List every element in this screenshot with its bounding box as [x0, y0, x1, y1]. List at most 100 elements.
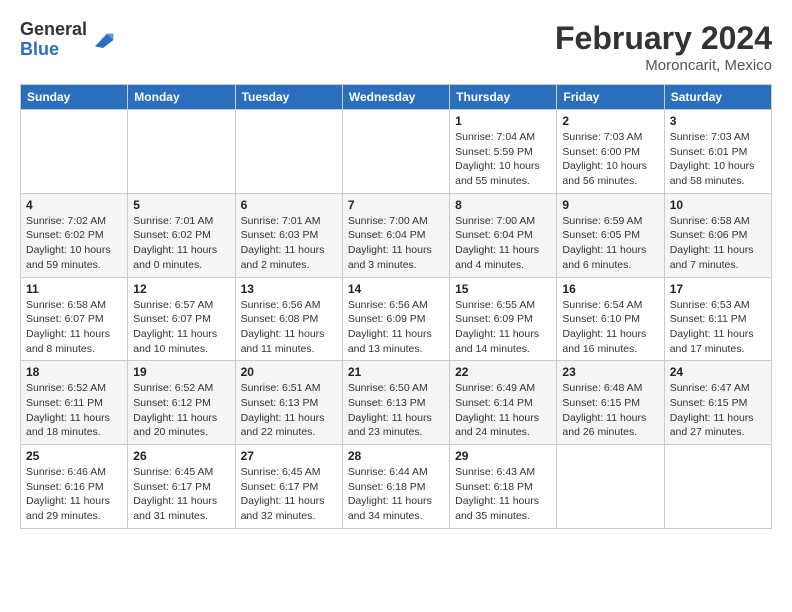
- day-cell: 15 Sunrise: 6:55 AMSunset: 6:09 PMDayligh…: [450, 277, 557, 361]
- day-cell: 21 Sunrise: 6:50 AMSunset: 6:13 PMDayligh…: [342, 361, 449, 445]
- day-cell: 8Sunrise: 7:00 AMSunset: 6:04 PMDaylight…: [450, 193, 557, 277]
- calendar-header: Sunday Monday Tuesday Wednesday Thursday…: [21, 85, 772, 110]
- day-info: Sunrise: 6:50 AMSunset: 6:13 PMDaylight:…: [348, 381, 444, 440]
- day-number: 29: [455, 449, 551, 463]
- day-info: Sunrise: 6:52 AMSunset: 6:12 PMDaylight:…: [133, 381, 229, 440]
- day-cell: 24 Sunrise: 6:47 AMSunset: 6:15 PMDayligh…: [664, 361, 771, 445]
- day-number: 7: [348, 198, 444, 212]
- col-saturday: Saturday: [664, 85, 771, 110]
- day-number: 14: [348, 282, 444, 296]
- day-cell: 10 Sunrise: 6:58 AMSunset: 6:06 PMDayligh…: [664, 193, 771, 277]
- day-info: Sunrise: 6:48 AMSunset: 6:15 PMDaylight:…: [562, 381, 658, 440]
- logo-general: General: [20, 20, 87, 40]
- day-info: Sunrise: 6:56 AMSunset: 6:08 PMDaylight:…: [241, 298, 337, 357]
- day-info: Sunrise: 6:49 AMSunset: 6:14 PMDaylight:…: [455, 381, 551, 440]
- day-cell: 22 Sunrise: 6:49 AMSunset: 6:14 PMDayligh…: [450, 361, 557, 445]
- day-cell: 27 Sunrise: 6:45 AMSunset: 6:17 PMDayligh…: [235, 445, 342, 529]
- day-number: 5: [133, 198, 229, 212]
- day-info: Sunrise: 6:58 AMSunset: 6:06 PMDaylight:…: [670, 214, 766, 273]
- day-info: Sunrise: 6:52 AMSunset: 6:11 PMDaylight:…: [26, 381, 122, 440]
- day-info: Sunrise: 6:58 AMSunset: 6:07 PMDaylight:…: [26, 298, 122, 357]
- col-tuesday: Tuesday: [235, 85, 342, 110]
- day-number: 6: [241, 198, 337, 212]
- day-cell: 9 Sunrise: 6:59 AMSunset: 6:05 PMDaylight…: [557, 193, 664, 277]
- day-number: 9: [562, 198, 658, 212]
- week-row-2: 4 Sunrise: 7:02 AMSunset: 6:02 PMDaylight…: [21, 193, 772, 277]
- day-number: 18: [26, 365, 122, 379]
- day-info: Sunrise: 6:43 AMSunset: 6:18 PMDaylight:…: [455, 465, 551, 524]
- day-number: 11: [26, 282, 122, 296]
- day-cell: 2 Sunrise: 7:03 AMSunset: 6:00 PMDaylight…: [557, 110, 664, 194]
- day-cell: 26Sunrise: 6:45 AMSunset: 6:17 PMDayligh…: [128, 445, 235, 529]
- day-number: 2: [562, 114, 658, 128]
- col-thursday: Thursday: [450, 85, 557, 110]
- page-header: General Blue February 2024 Moroncarit, M…: [20, 20, 772, 74]
- day-cell: 23Sunrise: 6:48 AMSunset: 6:15 PMDayligh…: [557, 361, 664, 445]
- day-info: Sunrise: 6:45 AMSunset: 6:17 PMDaylight:…: [241, 465, 337, 524]
- day-number: 22: [455, 365, 551, 379]
- day-number: 27: [241, 449, 337, 463]
- day-cell: 5Sunrise: 7:01 AMSunset: 6:02 PMDaylight…: [128, 193, 235, 277]
- title-block: February 2024 Moroncarit, Mexico: [555, 20, 772, 74]
- day-cell: [557, 445, 664, 529]
- day-cell: 11 Sunrise: 6:58 AMSunset: 6:07 PMDayligh…: [21, 277, 128, 361]
- day-number: 13: [241, 282, 337, 296]
- day-number: 24: [670, 365, 766, 379]
- day-info: Sunrise: 6:46 AMSunset: 6:16 PMDaylight:…: [26, 465, 122, 524]
- day-number: 19: [133, 365, 229, 379]
- col-wednesday: Wednesday: [342, 85, 449, 110]
- week-row-1: 1 Sunrise: 7:04 AMSunset: 5:59 PMDaylight…: [21, 110, 772, 194]
- day-info: Sunrise: 7:01 AMSunset: 6:03 PMDaylight:…: [241, 214, 337, 273]
- day-info: Sunrise: 7:04 AMSunset: 5:59 PMDaylight:…: [455, 130, 551, 189]
- day-cell: [128, 110, 235, 194]
- day-info: Sunrise: 6:54 AMSunset: 6:10 PMDaylight:…: [562, 298, 658, 357]
- day-cell: 29 Sunrise: 6:43 AMSunset: 6:18 PMDayligh…: [450, 445, 557, 529]
- day-info: Sunrise: 6:53 AMSunset: 6:11 PMDaylight:…: [670, 298, 766, 357]
- calendar-table: Sunday Monday Tuesday Wednesday Thursday…: [20, 84, 772, 529]
- week-row-4: 18 Sunrise: 6:52 AMSunset: 6:11 PMDayligh…: [21, 361, 772, 445]
- day-cell: 16Sunrise: 6:54 AMSunset: 6:10 PMDayligh…: [557, 277, 664, 361]
- location-subtitle: Moroncarit, Mexico: [555, 57, 772, 74]
- day-cell: 25 Sunrise: 6:46 AMSunset: 6:16 PMDayligh…: [21, 445, 128, 529]
- day-cell: 20Sunrise: 6:51 AMSunset: 6:13 PMDayligh…: [235, 361, 342, 445]
- day-number: 15: [455, 282, 551, 296]
- day-info: Sunrise: 6:59 AMSunset: 6:05 PMDaylight:…: [562, 214, 658, 273]
- logo: General Blue: [20, 20, 115, 60]
- day-info: Sunrise: 6:57 AMSunset: 6:07 PMDaylight:…: [133, 298, 229, 357]
- day-number: 8: [455, 198, 551, 212]
- col-sunday: Sunday: [21, 85, 128, 110]
- day-info: Sunrise: 7:02 AMSunset: 6:02 PMDaylight:…: [26, 214, 122, 273]
- day-number: 12: [133, 282, 229, 296]
- day-cell: 28Sunrise: 6:44 AMSunset: 6:18 PMDayligh…: [342, 445, 449, 529]
- day-cell: 17 Sunrise: 6:53 AMSunset: 6:11 PMDayligh…: [664, 277, 771, 361]
- day-number: 1: [455, 114, 551, 128]
- day-cell: 19 Sunrise: 6:52 AMSunset: 6:12 PMDayligh…: [128, 361, 235, 445]
- day-info: Sunrise: 6:47 AMSunset: 6:15 PMDaylight:…: [670, 381, 766, 440]
- day-cell: 13 Sunrise: 6:56 AMSunset: 6:08 PMDayligh…: [235, 277, 342, 361]
- day-cell: 14 Sunrise: 6:56 AMSunset: 6:09 PMDayligh…: [342, 277, 449, 361]
- day-cell: 3 Sunrise: 7:03 AMSunset: 6:01 PMDaylight…: [664, 110, 771, 194]
- day-number: 17: [670, 282, 766, 296]
- day-cell: [664, 445, 771, 529]
- day-info: Sunrise: 6:55 AMSunset: 6:09 PMDaylight:…: [455, 298, 551, 357]
- week-row-5: 25 Sunrise: 6:46 AMSunset: 6:16 PMDayligh…: [21, 445, 772, 529]
- day-cell: 1 Sunrise: 7:04 AMSunset: 5:59 PMDaylight…: [450, 110, 557, 194]
- logo-icon: [91, 28, 115, 52]
- day-info: Sunrise: 7:03 AMSunset: 6:01 PMDaylight:…: [670, 130, 766, 189]
- day-info: Sunrise: 6:56 AMSunset: 6:09 PMDaylight:…: [348, 298, 444, 357]
- day-info: Sunrise: 7:03 AMSunset: 6:00 PMDaylight:…: [562, 130, 658, 189]
- day-cell: 18 Sunrise: 6:52 AMSunset: 6:11 PMDayligh…: [21, 361, 128, 445]
- calendar-body: 1 Sunrise: 7:04 AMSunset: 5:59 PMDaylight…: [21, 110, 772, 529]
- day-cell: [235, 110, 342, 194]
- day-number: 25: [26, 449, 122, 463]
- day-number: 3: [670, 114, 766, 128]
- day-number: 21: [348, 365, 444, 379]
- day-number: 4: [26, 198, 122, 212]
- day-number: 26: [133, 449, 229, 463]
- day-info: Sunrise: 7:00 AMSunset: 6:04 PMDaylight:…: [348, 214, 444, 273]
- day-number: 10: [670, 198, 766, 212]
- week-row-3: 11 Sunrise: 6:58 AMSunset: 6:07 PMDayligh…: [21, 277, 772, 361]
- day-cell: 12 Sunrise: 6:57 AMSunset: 6:07 PMDayligh…: [128, 277, 235, 361]
- day-info: Sunrise: 6:44 AMSunset: 6:18 PMDaylight:…: [348, 465, 444, 524]
- day-cell: [21, 110, 128, 194]
